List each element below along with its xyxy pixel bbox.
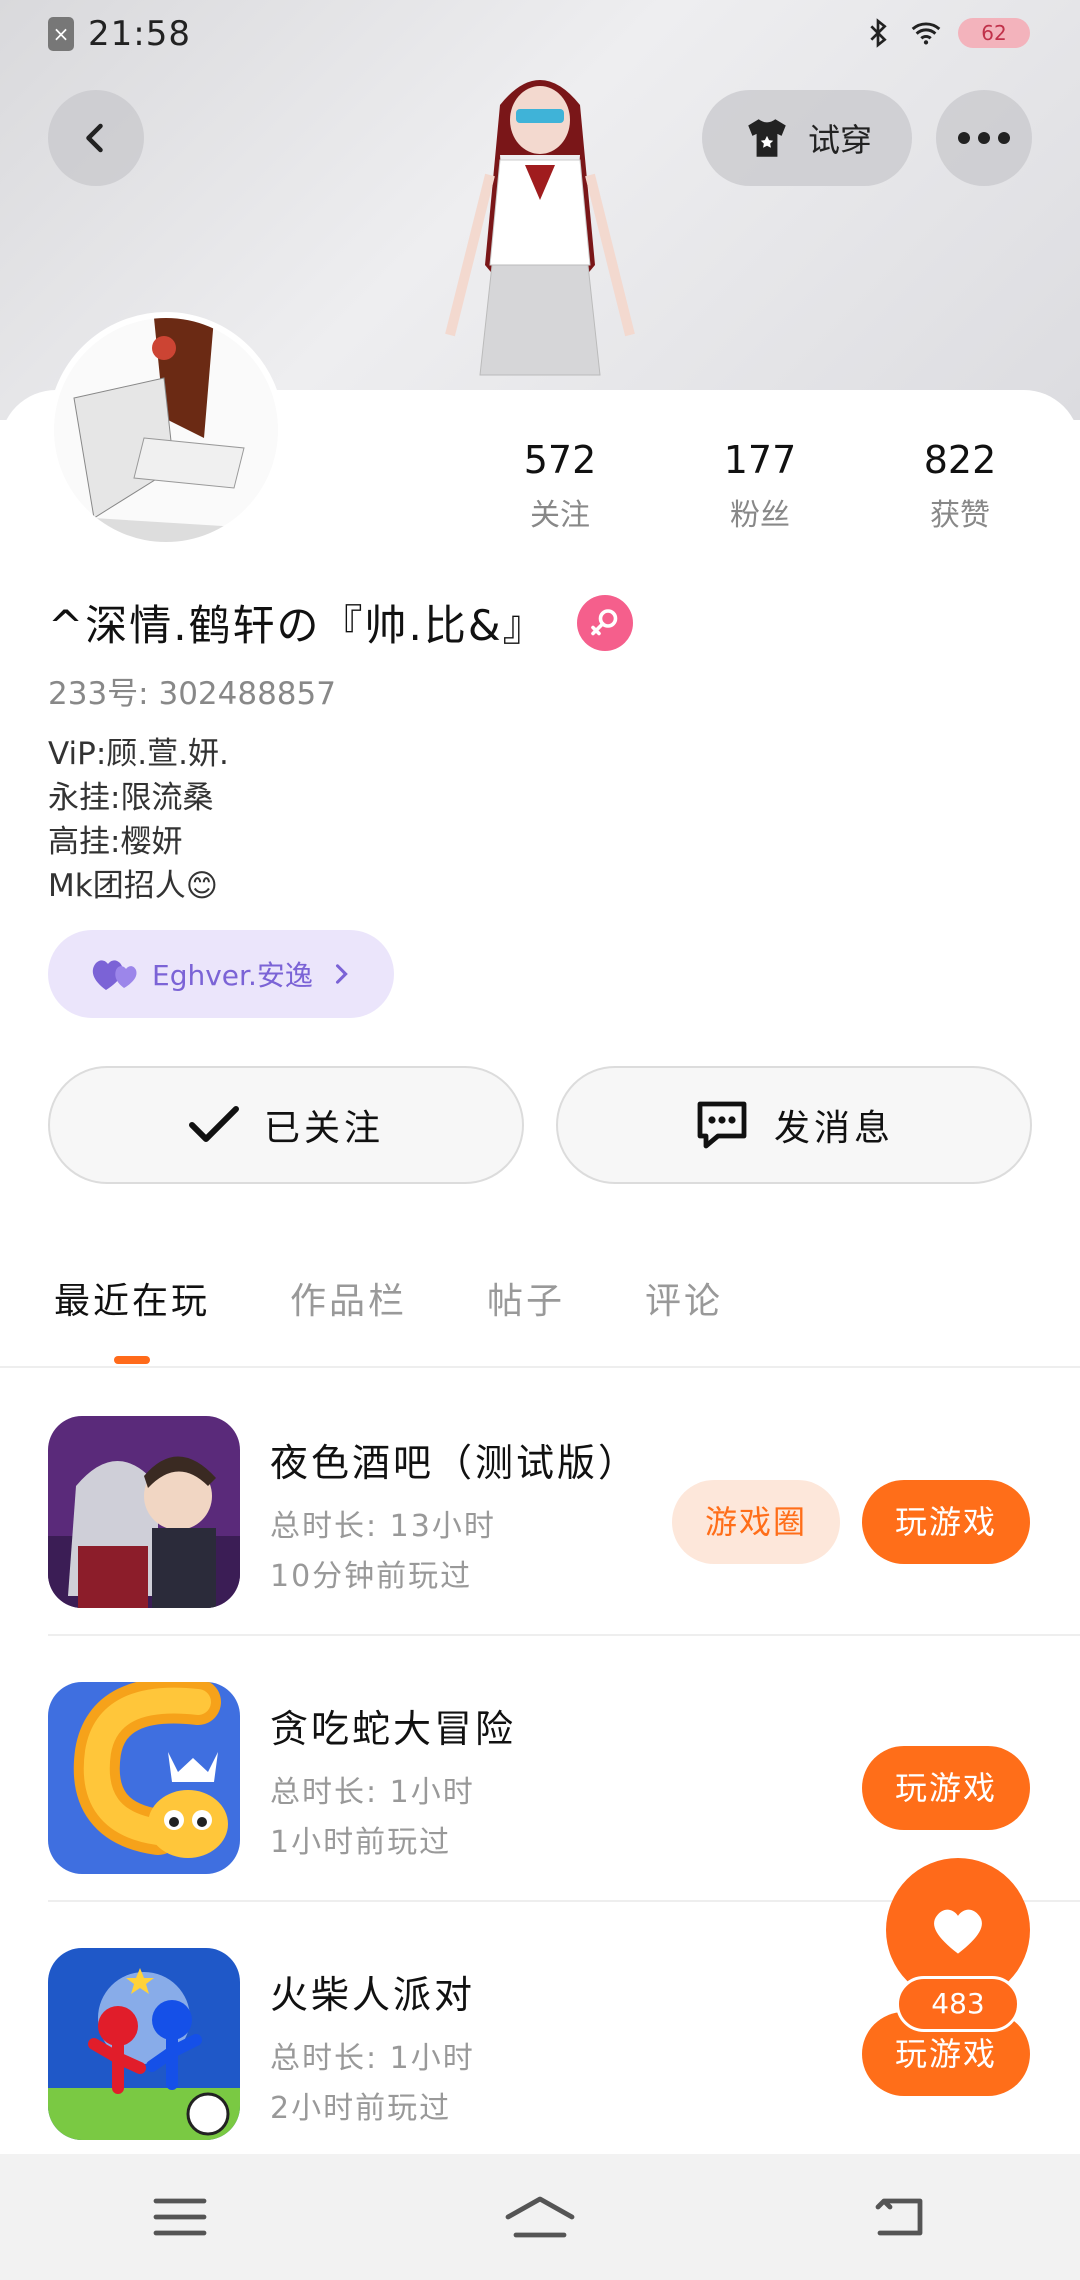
tab-recently-played[interactable]: 最近在玩: [54, 1272, 210, 1324]
status-time: 21:58: [88, 14, 191, 54]
game-last-played: 2小时前玩过: [270, 2091, 452, 2126]
stat-value: 177: [723, 438, 797, 482]
tab-comments[interactable]: 评论: [645, 1272, 723, 1324]
user-id: 233号: 302488857: [48, 676, 336, 712]
battery-indicator: 62: [958, 18, 1030, 48]
list-item[interactable]: 夜色酒吧（测试版） 总时长: 13小时 10分钟前玩过 游戏圈 玩游戏: [48, 1370, 1080, 1636]
game-icon-snake: [48, 1682, 240, 1874]
try-on-label: 试穿: [807, 121, 872, 159]
system-navigation-bar: [0, 2154, 1080, 2280]
status-bar: × 21:58 62: [0, 0, 1080, 70]
avatar-figure-illustration: [445, 80, 635, 376]
home-icon: [505, 2196, 575, 2238]
profile-stats: 572 关注 177 粉丝 822 获赞: [480, 438, 1040, 534]
chevron-right-icon: [335, 964, 348, 984]
divider: [0, 1366, 1080, 1368]
home-nav-button[interactable]: [490, 2177, 590, 2257]
heart-pair-icon: [92, 960, 137, 990]
more-dots-icon: [958, 132, 1010, 144]
back-arrow-icon: [86, 123, 103, 153]
back-nav-button[interactable]: [850, 2177, 950, 2257]
stat-following[interactable]: 572 关注: [480, 438, 640, 534]
try-on-button[interactable]: 试穿: [702, 90, 912, 186]
tshirt-icon: [748, 119, 786, 157]
active-tab-indicator: [114, 1356, 150, 1364]
game-total-time: 总时长: 1小时: [270, 1775, 475, 1810]
username-row: ^深情.鹤轩の『帅.比&』: [48, 592, 633, 653]
bio-line: 高挂:樱妍: [48, 824, 183, 860]
bio: ViP:顾.萱.妍. 永挂:限流桑 高挂:樱妍 Mk团招人😊: [48, 732, 229, 908]
game-icon-night-bar: [48, 1416, 240, 1608]
stat-label: 粉丝: [730, 498, 790, 533]
send-message-button[interactable]: 发消息: [556, 1066, 1032, 1184]
like-count-badge: 483: [896, 1976, 1020, 2032]
username: ^深情.鹤轩の『帅.比&』: [48, 601, 547, 650]
stat-likes[interactable]: 822 获赞: [880, 438, 1040, 534]
stat-followers[interactable]: 177 粉丝: [680, 438, 840, 534]
game-last-played: 1小时前玩过: [270, 1825, 452, 1860]
stat-label: 关注: [530, 498, 590, 533]
bio-line: Mk团招人😊: [48, 868, 219, 904]
stat-value: 572: [523, 438, 597, 482]
menu-nav-button[interactable]: [130, 2177, 230, 2257]
game-total-time: 总时长: 13小时: [270, 1509, 496, 1544]
profile-tabs: 最近在玩 作品栏 帖子 评论: [54, 1272, 803, 1324]
followed-label: 已关注: [263, 1108, 384, 1149]
game-icon-stickman-party: [48, 1948, 240, 2140]
play-game-button[interactable]: 玩游戏: [862, 1480, 1030, 1564]
stat-value: 822: [923, 438, 997, 482]
back-button[interactable]: [48, 90, 144, 186]
game-total-time: 总时长: 1小时: [270, 2041, 475, 2076]
pair-relationship-chip[interactable]: Eghver.安逸: [48, 930, 394, 1018]
heart-icon: [934, 1909, 982, 1954]
list-item[interactable]: 贪吃蛇大冒险 总时长: 1小时 1小时前玩过 玩游戏: [48, 1636, 1080, 1902]
followed-button[interactable]: 已关注: [48, 1066, 524, 1184]
bio-line: ViP:顾.萱.妍.: [48, 736, 229, 772]
tab-posts[interactable]: 帖子: [487, 1272, 565, 1324]
back-nav-icon: [875, 2198, 923, 2236]
bluetooth-icon: [870, 18, 887, 48]
wifi-icon: [911, 22, 941, 45]
avatar[interactable]: [48, 312, 284, 548]
stat-label: 获赞: [930, 498, 990, 533]
chat-bubble-icon: [697, 1101, 747, 1149]
menu-icon: [153, 2198, 207, 2236]
more-options-button[interactable]: [936, 90, 1032, 186]
bio-line: 永挂:限流桑: [48, 780, 214, 816]
game-last-played: 10分钟前玩过: [270, 1559, 473, 1594]
tab-works[interactable]: 作品栏: [290, 1272, 407, 1324]
game-circle-button[interactable]: 游戏圈: [672, 1480, 840, 1564]
game-title: 夜色酒吧（测试版）: [270, 1441, 640, 1485]
game-title: 贪吃蛇大冒险: [270, 1707, 517, 1751]
send-message-label: 发消息: [773, 1108, 894, 1149]
game-title: 火柴人派对: [270, 1973, 476, 2017]
checkmark-icon: [188, 1106, 239, 1142]
avatar-image: [54, 318, 278, 542]
pair-name: Eghver.安逸: [152, 959, 313, 992]
female-gender-icon: [576, 594, 633, 651]
play-game-button[interactable]: 玩游戏: [862, 1746, 1030, 1830]
notification-icon: ×: [48, 17, 74, 51]
